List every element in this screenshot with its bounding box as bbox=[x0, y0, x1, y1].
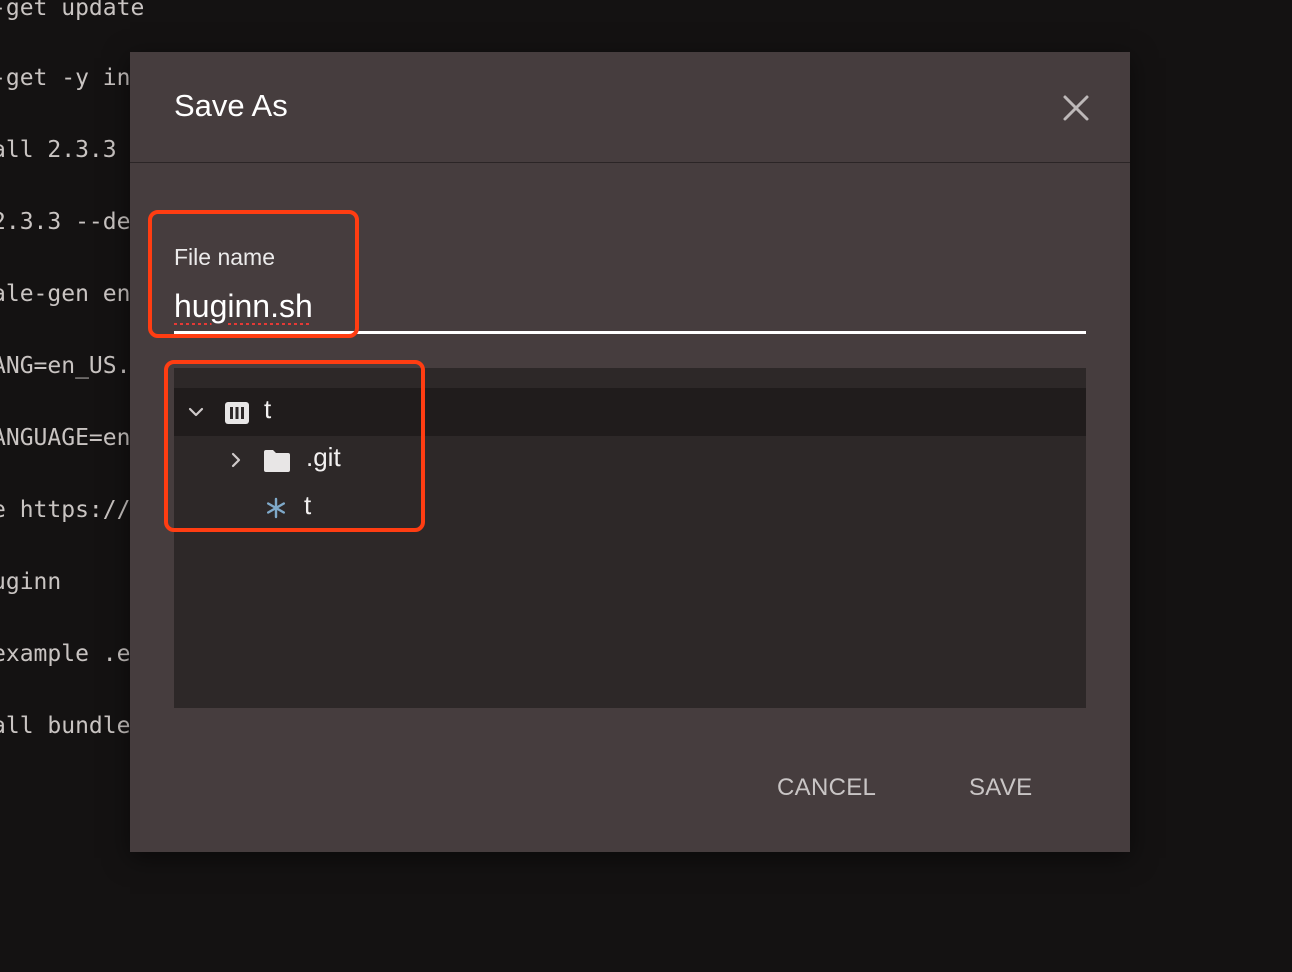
tree-item-root[interactable]: t bbox=[174, 388, 1086, 436]
terminal-line: -get -y in bbox=[0, 65, 131, 91]
asterisk-file-icon bbox=[266, 497, 285, 519]
tree-item-git[interactable]: .git bbox=[174, 436, 1086, 484]
chevron-down-icon[interactable] bbox=[186, 402, 206, 422]
dialog-header: Save As bbox=[130, 52, 1130, 163]
file-name-field: File name bbox=[174, 232, 1086, 335]
repo-icon bbox=[225, 402, 249, 424]
chevron-right-icon[interactable] bbox=[226, 450, 246, 470]
folder-icon bbox=[264, 450, 290, 472]
file-name-input[interactable] bbox=[174, 282, 1086, 334]
terminal-line: all 2.3.3 bbox=[0, 137, 117, 163]
dialog-actions: CANCEL SAVE bbox=[130, 758, 1130, 818]
tree-item-label: t bbox=[304, 490, 312, 520]
dialog-title: Save As bbox=[174, 88, 288, 123]
terminal-line: uginn bbox=[0, 569, 62, 595]
terminal-line: ANGUAGE=en bbox=[0, 425, 131, 451]
terminal-line: example .e bbox=[0, 641, 131, 667]
close-icon bbox=[1063, 95, 1089, 121]
close-button[interactable] bbox=[1056, 88, 1096, 128]
tree-item-label: .git bbox=[306, 442, 341, 472]
terminal-line: 2.3.3 --de bbox=[0, 209, 131, 235]
terminal-line: e https:// bbox=[0, 497, 131, 523]
terminal-line: -get update bbox=[0, 0, 145, 21]
file-name-label: File name bbox=[174, 244, 275, 270]
save-as-dialog: Save As File name t bbox=[130, 52, 1130, 852]
tree-item-file[interactable]: t bbox=[174, 484, 1086, 532]
cancel-button[interactable]: CANCEL bbox=[777, 774, 876, 802]
terminal-line: ale-gen en bbox=[0, 281, 131, 307]
folder-tree: t .git t bbox=[174, 368, 1086, 708]
save-button[interactable]: SAVE bbox=[969, 774, 1032, 802]
tree-item-label: t bbox=[264, 394, 272, 424]
terminal-line: all bundle bbox=[0, 713, 131, 739]
terminal-line: ANG=en_US. bbox=[0, 353, 131, 379]
